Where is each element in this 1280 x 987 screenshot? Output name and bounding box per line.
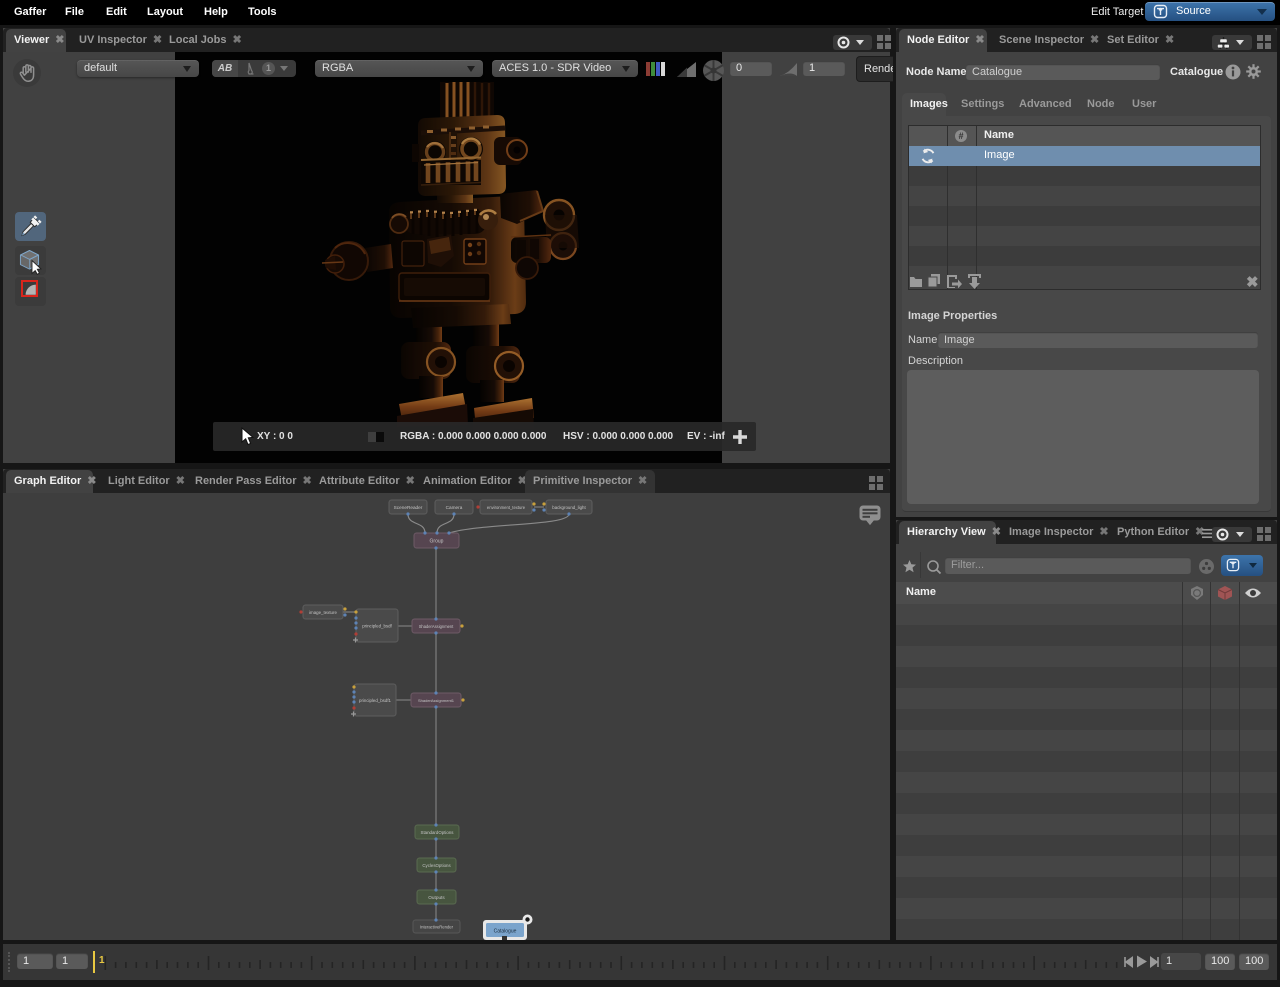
svg-text:Camera: Camera bbox=[446, 505, 463, 510]
svg-text:principled_bsdf: principled_bsdf bbox=[362, 624, 392, 629]
svg-text:background_light: background_light bbox=[552, 505, 586, 510]
svg-text:environment_texture: environment_texture bbox=[487, 505, 526, 510]
svg-text:Outputs: Outputs bbox=[428, 895, 445, 900]
svg-text:ShaderAssignment: ShaderAssignment bbox=[419, 624, 454, 629]
svg-text:#: # bbox=[958, 131, 963, 141]
svg-text:principled_bsdf1: principled_bsdf1 bbox=[359, 698, 392, 703]
svg-text:InteractiveRender: InteractiveRender bbox=[420, 925, 454, 930]
svg-text:StandardOptions: StandardOptions bbox=[421, 830, 455, 835]
svg-text:CyclesOptions: CyclesOptions bbox=[422, 863, 451, 868]
svg-text:Catalogue: Catalogue bbox=[494, 929, 517, 935]
svg-text:Group: Group bbox=[430, 539, 444, 545]
svg-text:SceneReader: SceneReader bbox=[394, 505, 423, 510]
svg-text:ShaderAssignment1: ShaderAssignment1 bbox=[418, 698, 455, 703]
svg-text:image_texture: image_texture bbox=[309, 610, 337, 615]
